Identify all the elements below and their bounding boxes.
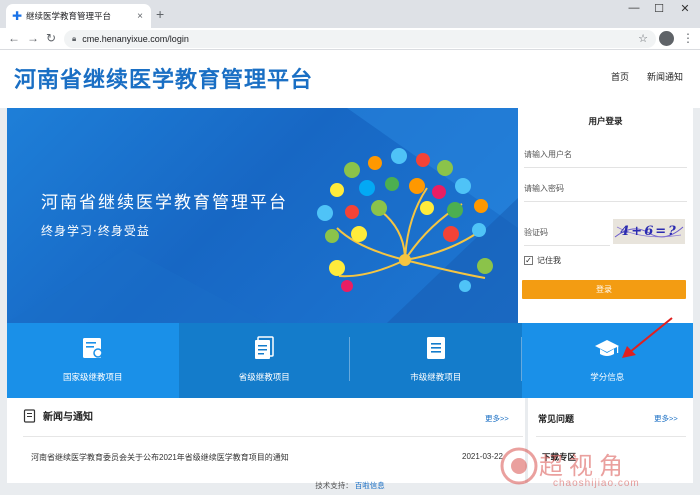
password-field[interactable]: 请输入密码	[524, 176, 687, 202]
login-panel: 用户登录 请输入用户名 请输入密码 验证码 4+6=? ✓ 记住我 登录	[518, 108, 693, 323]
category-label: 学分信息	[590, 372, 625, 382]
password-placeholder: 请输入密码	[524, 184, 564, 193]
checkbox-checked-icon[interactable]: ✓	[524, 256, 533, 265]
footer-link[interactable]: 百啦信息	[355, 481, 385, 490]
site-header: 河南省继续医学教育管理平台 首页 新闻通知	[0, 50, 700, 108]
url-text: cme.henanyixue.com/login	[82, 34, 189, 44]
browser-tabbar: ✚ 继续医学教育管理平台 × + — ☐ ✕	[0, 0, 700, 28]
remember-me[interactable]: ✓ 记住我	[524, 255, 561, 266]
captcha-field[interactable]: 验证码	[524, 220, 610, 246]
nav-news[interactable]: 新闻通知	[647, 70, 683, 83]
nav-home[interactable]: 首页	[611, 70, 629, 83]
certificate-icon	[82, 338, 103, 358]
category-strip: 国家级继教项目 省级继教项目 市级继教项目 学分信息	[7, 323, 693, 398]
news-heading: 新闻与通知	[23, 408, 93, 423]
forward-icon[interactable]: →	[27, 31, 39, 45]
site-footer: 技术支持： 百啦信息	[0, 477, 700, 495]
maximize-icon[interactable]: ☐	[647, 2, 671, 15]
download-heading: 下载专区	[542, 452, 577, 462]
plus-cross-favicon-icon: ✚	[12, 9, 23, 23]
divider	[536, 436, 686, 437]
window-close-icon[interactable]: ✕	[673, 2, 697, 15]
category-municipal[interactable]: 市级继教项目	[350, 323, 522, 398]
username-field[interactable]: 请输入用户名	[524, 142, 687, 168]
banner-subtitle: 终身学习·终身受益	[41, 224, 150, 238]
lock-icon: 🔒︎	[72, 34, 77, 43]
faq-heading: 常见问题	[538, 414, 575, 424]
hero-banner: 河南省继续医学教育管理平台 终身学习·终身受益	[7, 108, 518, 323]
documents-icon	[255, 336, 274, 359]
profile-avatar-icon[interactable]	[659, 31, 674, 46]
graduation-cap-icon	[595, 340, 620, 356]
site-title: 河南省继续医学教育管理平台	[14, 68, 314, 93]
document-icon	[426, 337, 445, 359]
faq-panel: 常见问题 更多>> 下载专区	[528, 398, 693, 483]
bookmark-star-icon[interactable]: ☆	[638, 32, 648, 45]
remember-label: 记住我	[537, 256, 561, 265]
category-label: 市级继教项目	[410, 372, 462, 382]
reload-icon[interactable]: ↻	[46, 31, 56, 45]
footer-label: 技术支持：	[315, 481, 353, 490]
faq-more-link[interactable]: 更多>>	[654, 413, 678, 424]
news-item-date: 2021-03-22	[462, 452, 503, 461]
login-title: 用户登录	[588, 116, 623, 126]
news-heading-text: 新闻与通知	[43, 412, 93, 423]
banner-title: 河南省继续医学教育管理平台	[41, 193, 288, 213]
back-icon[interactable]: ←	[8, 31, 20, 45]
browser-menu-icon[interactable]: ⋮	[682, 31, 694, 45]
category-provincial[interactable]: 省级继教项目	[178, 323, 350, 398]
tab-title: 继续医学教育管理平台	[26, 11, 112, 21]
category-label: 省级继教项目	[238, 372, 290, 382]
news-panel: 新闻与通知 更多>> 河南省继续医学教育委员会关于公布2021年省级继续医学教育…	[7, 398, 525, 483]
login-button[interactable]: 登录	[522, 280, 686, 299]
address-bar[interactable]: 🔒︎ cme.henanyixue.com/login ☆	[64, 30, 656, 48]
browser-tab[interactable]: ✚ 继续医学教育管理平台 ×	[6, 4, 151, 28]
username-placeholder: 请输入用户名	[524, 150, 572, 159]
news-more-link[interactable]: 更多>>	[485, 413, 509, 424]
category-national[interactable]: 国家级继教项目	[7, 323, 179, 398]
minimize-icon[interactable]: —	[622, 2, 646, 14]
tab-close-icon[interactable]: ×	[135, 11, 145, 22]
banner-network-illustration	[7, 108, 518, 323]
captcha-label: 验证码	[524, 228, 548, 237]
category-label: 国家级继教项目	[62, 372, 123, 382]
new-tab-button[interactable]: +	[156, 6, 164, 22]
browser-toolbar: ← → ↻ 🔒︎ cme.henanyixue.com/login ☆ ⋮	[0, 28, 700, 50]
divider	[23, 436, 523, 437]
category-credits[interactable]: 学分信息	[521, 323, 693, 398]
captcha-image[interactable]: 4+6=?	[613, 219, 685, 244]
news-item-title[interactable]: 河南省继续医学教育委员会关于公布2021年省级继续医学教育项目的通知	[31, 452, 289, 463]
captcha-text: 4+6=?	[620, 224, 678, 239]
news-doc-icon	[23, 408, 36, 423]
